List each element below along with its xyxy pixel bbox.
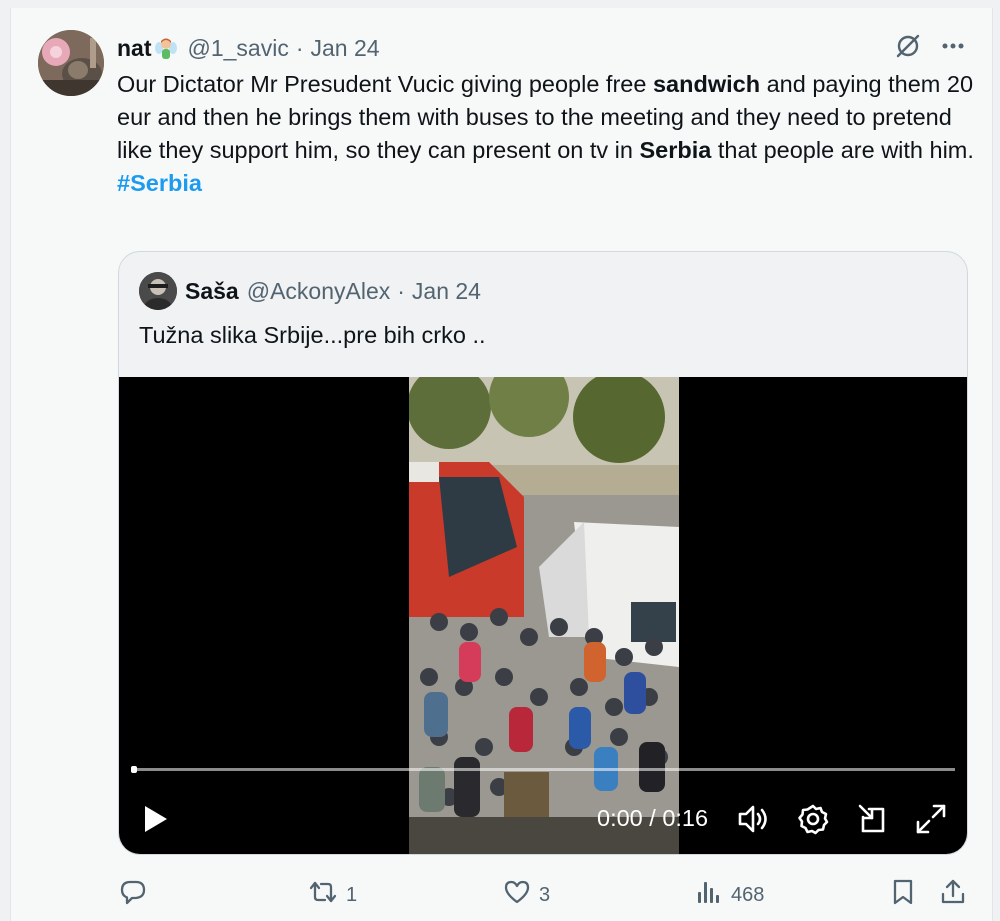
video-time: 0:00 / 0:16 <box>597 805 709 831</box>
tweet-top-icons <box>894 32 966 65</box>
play-icon[interactable] <box>143 804 169 839</box>
tweet-card[interactable]: nat @1_savic · Jan 24 Our Dictator Mr Pr… <box>10 8 993 921</box>
settings-icon[interactable] <box>797 803 829 840</box>
views-button[interactable]: 468 <box>695 878 764 912</box>
reply-icon <box>119 878 147 912</box>
view-count: 468 <box>731 883 765 906</box>
video-controls: 0:00 / 0:16 <box>119 792 967 842</box>
author-avatar[interactable] <box>38 30 104 96</box>
video-player[interactable]: 0:00 / 0:16 <box>119 377 967 854</box>
author-name[interactable]: nat <box>117 35 152 62</box>
quote-author-handle[interactable]: @AckonyAlex <box>247 278 391 305</box>
quote-author-name[interactable]: Saša <box>185 278 239 305</box>
share-icon <box>939 878 967 912</box>
repost-button[interactable]: 1 <box>308 878 357 912</box>
more-icon[interactable] <box>940 33 966 64</box>
tweet-text: Our Dictator Mr Presudent Vucic giving p… <box>117 68 977 200</box>
tweet-text-bold-serbia: Serbia <box>639 137 712 163</box>
quote-text: Tužna slika Srbije...pre bih crko .. <box>139 322 486 348</box>
dock-icon[interactable] <box>857 803 889 840</box>
quoted-tweet[interactable]: Saša @AckonyAlex · Jan 24 Tužna slika Sr… <box>118 251 968 855</box>
views-icon <box>695 878 723 912</box>
like-count: 3 <box>539 883 551 906</box>
bookmark-icon <box>889 878 917 912</box>
tweet-text-part: Our Dictator Mr Presudent Vucic giving p… <box>117 71 653 97</box>
tweet-actions: 1 3 468 <box>11 868 994 918</box>
author-handle[interactable]: @1_savic <box>188 35 289 62</box>
video-progress-handle[interactable] <box>131 766 137 773</box>
grok-icon[interactable] <box>894 32 922 65</box>
repost-count: 1 <box>346 883 358 906</box>
tweet-text-bold-sandwich: sandwich <box>652 71 761 97</box>
video-frame <box>409 377 679 854</box>
volume-icon[interactable] <box>737 803 771 840</box>
tweet-date[interactable]: Jan 24 <box>311 35 380 62</box>
tweet-text-part: that people are with him. <box>711 137 974 163</box>
tweet-header: nat @1_savic · Jan 24 <box>117 32 380 64</box>
fairy-emoji-icon <box>154 36 178 60</box>
header-separator: · <box>295 34 304 61</box>
quote-header: Saša @AckonyAlex · Jan 24 <box>139 272 481 310</box>
reply-button[interactable] <box>119 878 155 912</box>
video-progress-bar[interactable] <box>131 766 955 773</box>
fullscreen-icon[interactable] <box>915 803 947 840</box>
share-button[interactable] <box>939 878 967 912</box>
quote-author-avatar[interactable] <box>139 272 177 310</box>
like-button[interactable]: 3 <box>503 878 550 912</box>
repost-icon <box>308 878 338 912</box>
bookmark-button[interactable] <box>889 878 917 912</box>
heart-icon <box>503 878 531 912</box>
quote-date[interactable]: Jan 24 <box>412 278 481 305</box>
quote-header-separator: · <box>397 277 405 304</box>
hashtag-link[interactable]: #Serbia <box>117 167 977 200</box>
